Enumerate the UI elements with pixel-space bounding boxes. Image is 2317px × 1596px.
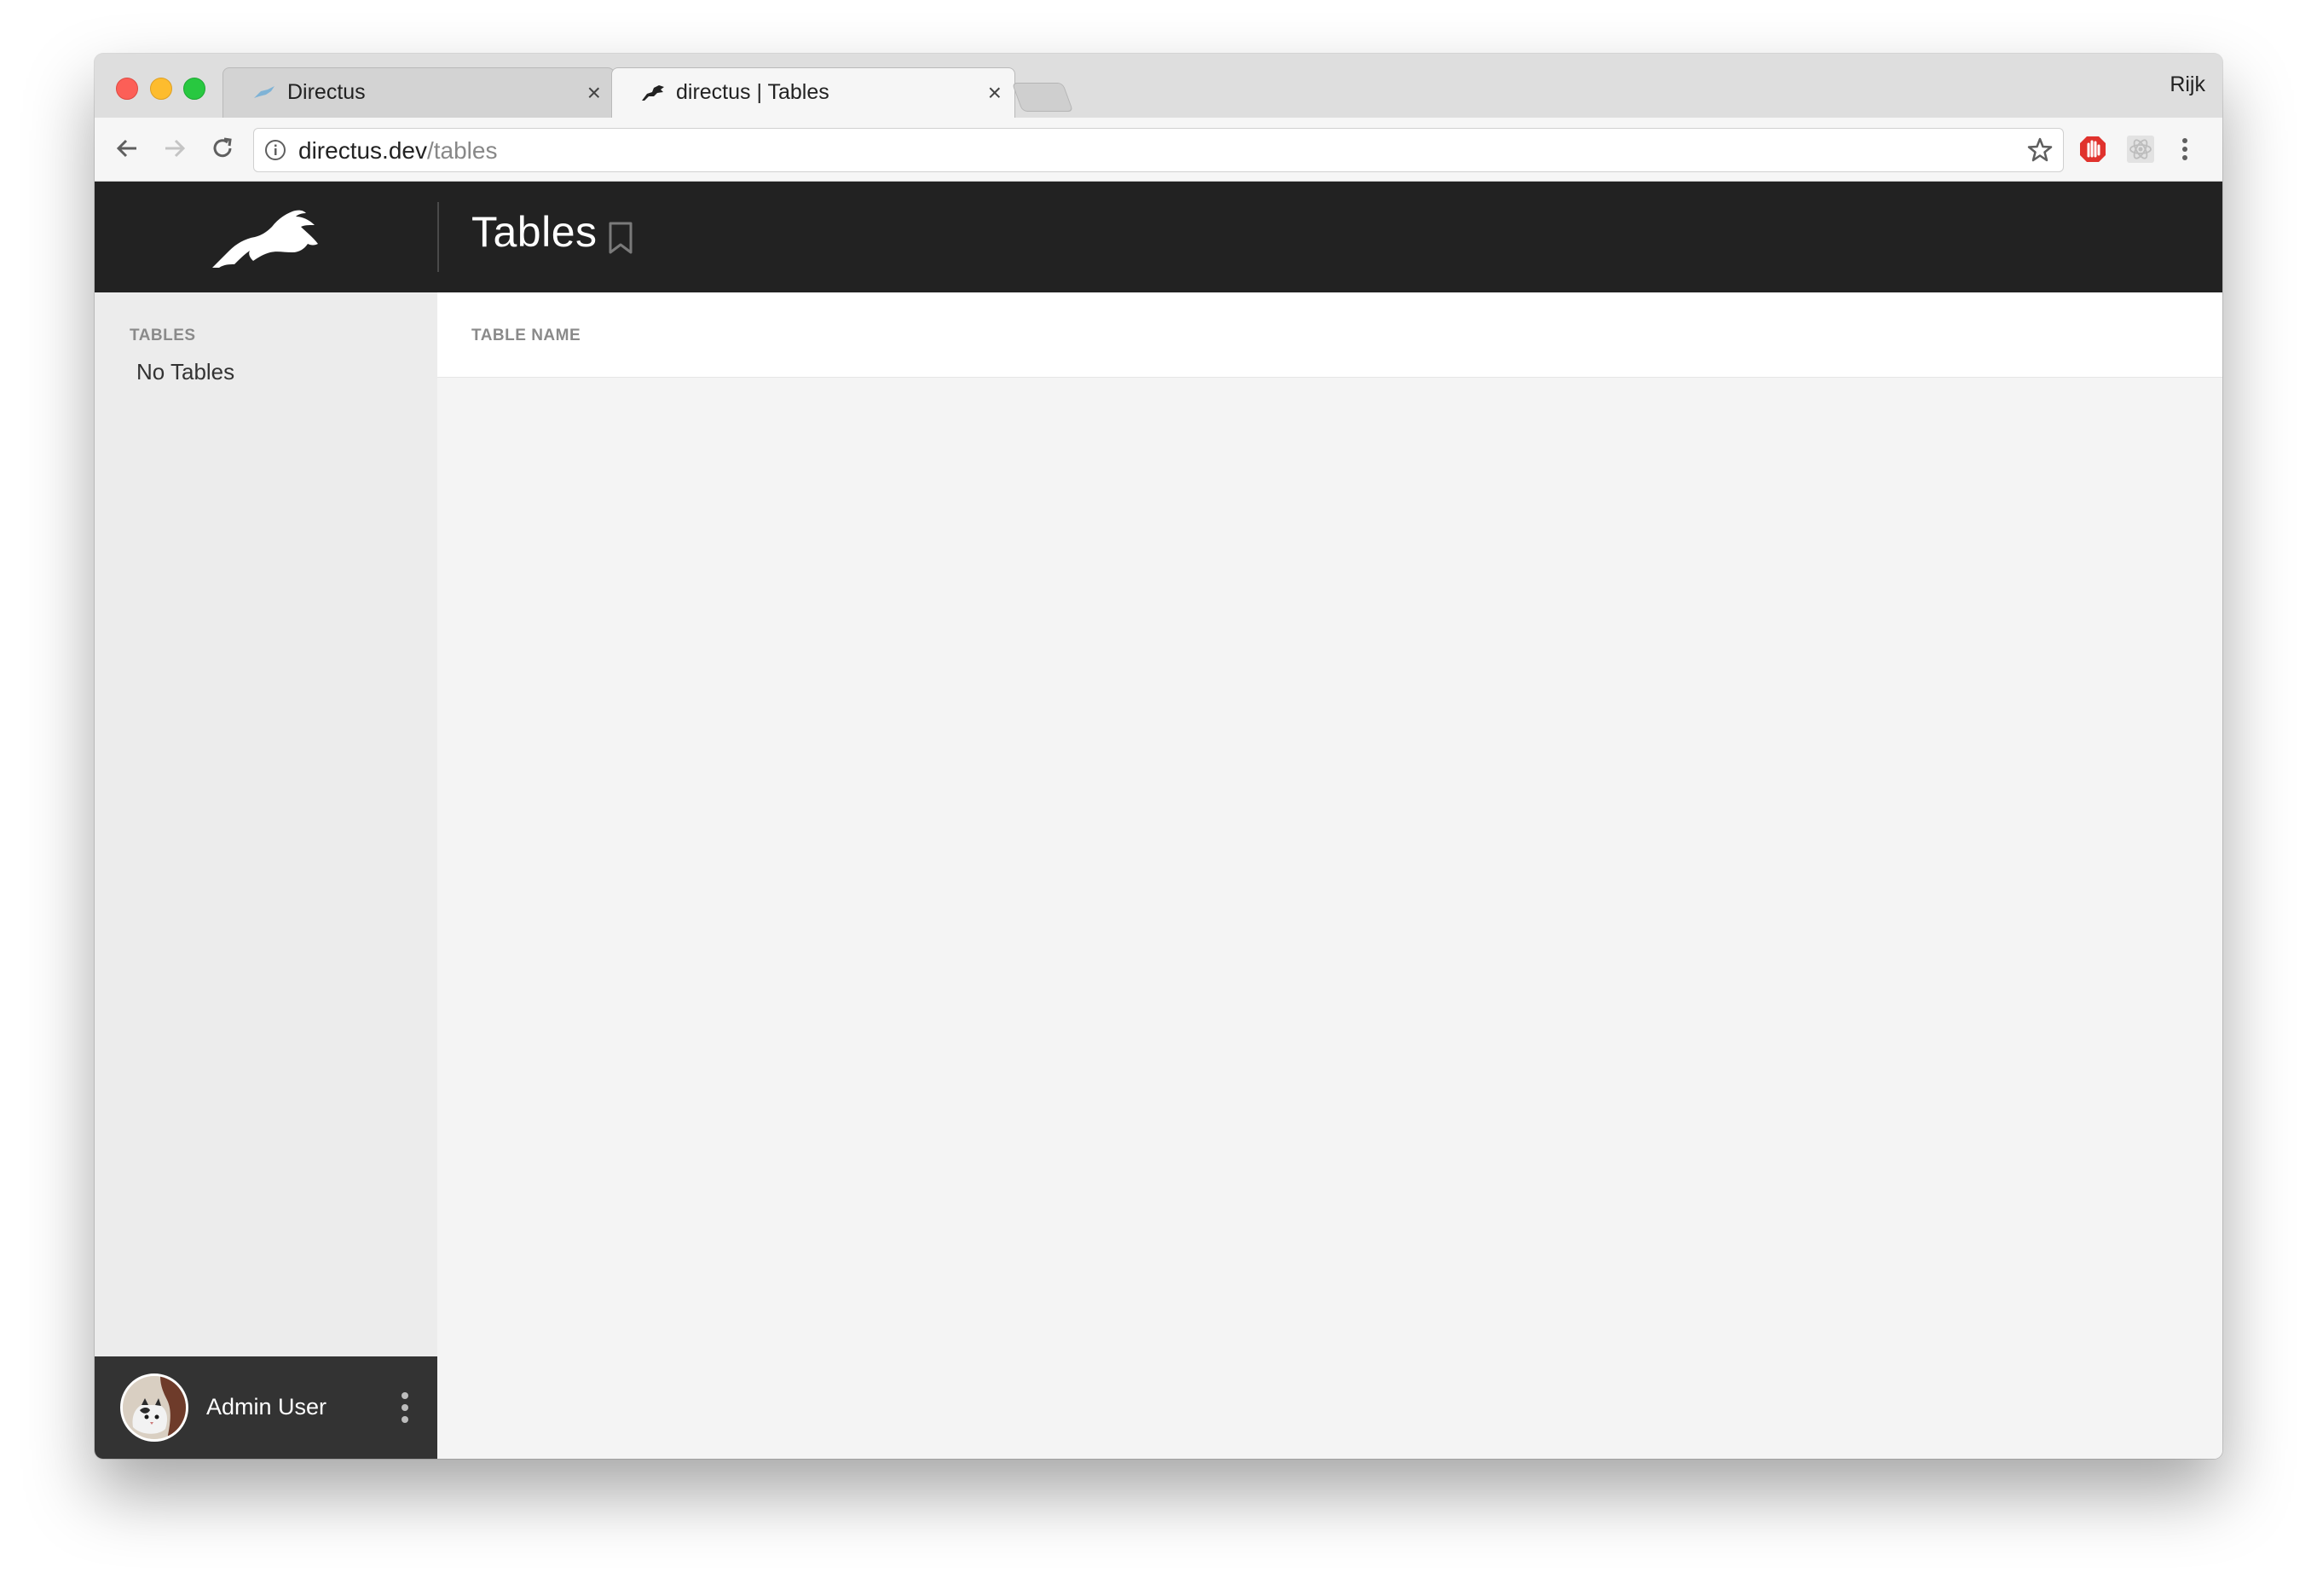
- directus-favicon-icon: [251, 84, 277, 102]
- bookmark-icon[interactable]: [606, 221, 635, 255]
- tab-title: directus | Tables: [676, 80, 829, 104]
- tab-directus[interactable]: Directus ×: [222, 67, 615, 118]
- bookmark-star-icon[interactable]: [2025, 136, 2054, 165]
- rabbit-favicon-icon: [640, 84, 666, 102]
- logo[interactable]: [95, 182, 437, 292]
- table-header: TABLE NAME: [437, 292, 2222, 378]
- new-tab-button[interactable]: [1011, 83, 1074, 112]
- arrow-left-icon: [116, 139, 136, 158]
- user-name[interactable]: Admin User: [206, 1394, 326, 1420]
- browser-menu-icon[interactable]: [2170, 134, 2200, 165]
- sidebar-section-label: TABLES: [130, 327, 196, 344]
- user-avatar-image: [123, 1376, 186, 1439]
- main-content: TABLE NAME: [437, 292, 2222, 1459]
- browser-window: Directus × directus | Tables × Rijk dire…: [95, 54, 2222, 1459]
- reload-button[interactable]: [204, 130, 241, 167]
- sidebar-empty-message: No Tables: [136, 359, 235, 385]
- app-header: Tables: [95, 182, 2222, 292]
- react-extension-icon[interactable]: [2125, 134, 2156, 165]
- rabbit-logo-icon: [212, 210, 318, 268]
- header-divider: [437, 202, 439, 272]
- reload-icon: [213, 137, 232, 158]
- close-tab-icon[interactable]: ×: [587, 80, 601, 105]
- minimize-window-button[interactable]: [150, 78, 172, 100]
- user-menu-icon[interactable]: [400, 1391, 410, 1425]
- user-bar: Admin User: [95, 1356, 437, 1459]
- sidebar: TABLES No Tables Admin User: [95, 292, 437, 1459]
- tab-strip: Directus × directus | Tables × Rijk: [95, 54, 2222, 118]
- profile-name[interactable]: Rijk: [2170, 72, 2205, 97]
- browser-toolbar: directus.dev/tables: [95, 118, 2222, 182]
- column-header-table-name[interactable]: TABLE NAME: [471, 327, 581, 345]
- url-host: directus.dev: [298, 137, 427, 164]
- url-path: /tables: [426, 137, 498, 164]
- maximize-window-button[interactable]: [183, 78, 205, 100]
- info-icon[interactable]: [264, 139, 286, 161]
- tab-title: Directus: [287, 80, 366, 104]
- page-title: Tables: [471, 208, 598, 256]
- back-button[interactable]: [108, 130, 146, 167]
- adblock-extension-icon[interactable]: [2077, 134, 2108, 165]
- directus-app: Tables TABLES No Tables Admin User TABLE…: [95, 182, 2222, 1459]
- close-tab-icon[interactable]: ×: [988, 80, 1002, 105]
- avatar[interactable]: [120, 1373, 188, 1442]
- url-text: directus.dev/tables: [298, 137, 497, 165]
- arrow-right-icon: [165, 139, 186, 158]
- forward-button[interactable]: [156, 130, 194, 167]
- close-window-button[interactable]: [116, 78, 138, 100]
- address-bar[interactable]: directus.dev/tables: [253, 128, 2064, 172]
- tab-directus-tables[interactable]: directus | Tables ×: [611, 67, 1015, 118]
